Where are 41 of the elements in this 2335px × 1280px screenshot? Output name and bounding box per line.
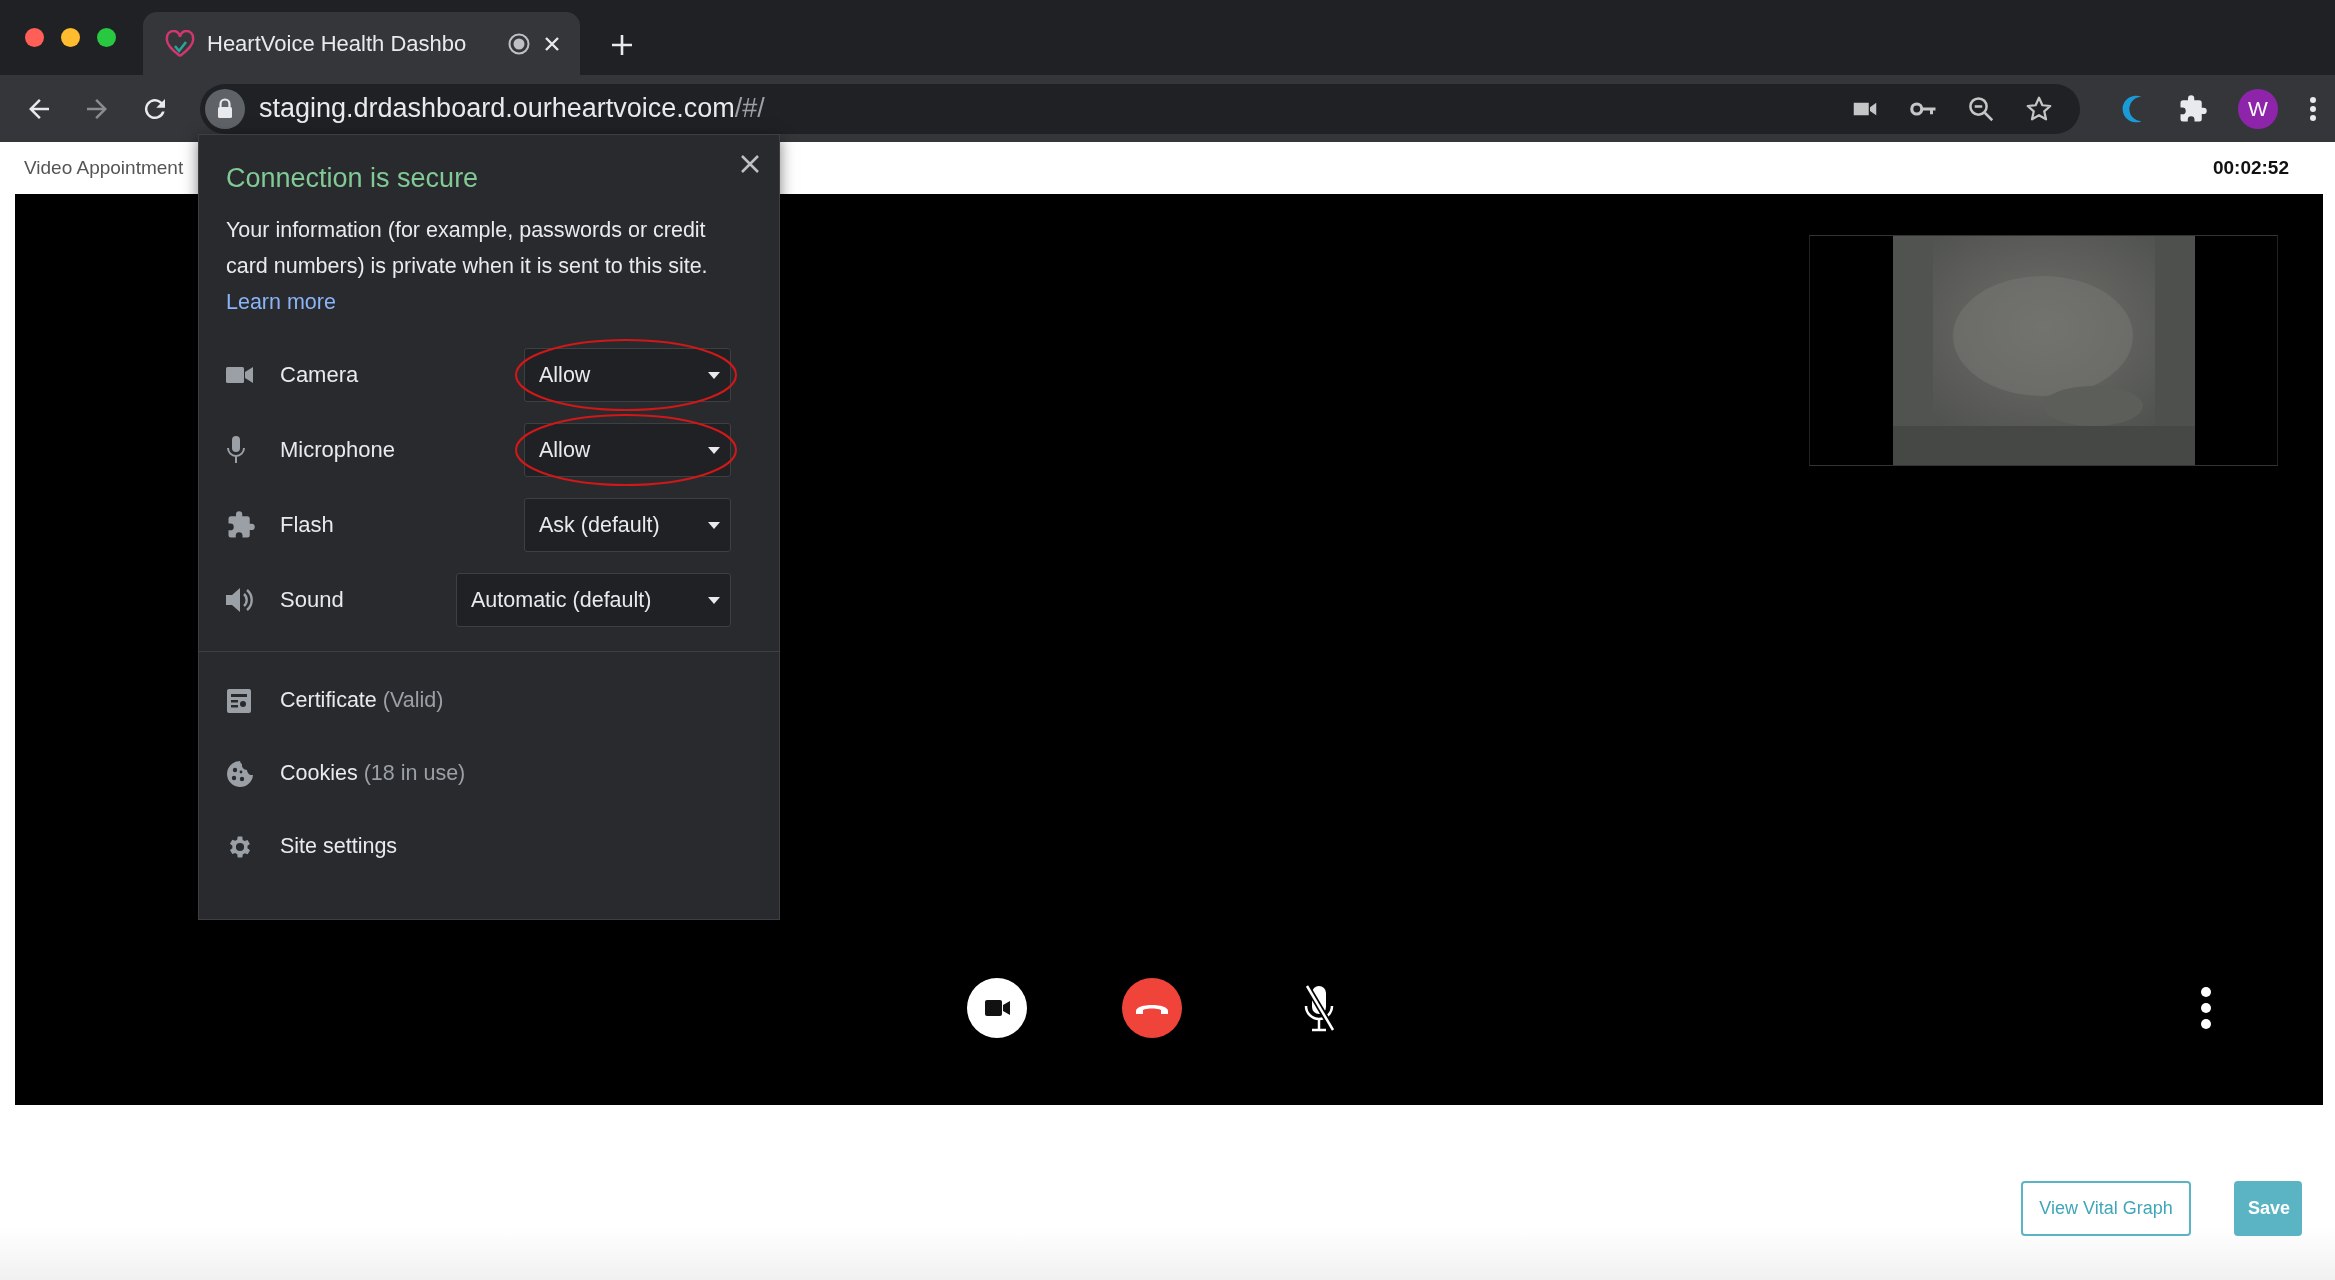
heart-icon [165,29,195,58]
puzzle-icon [226,510,256,540]
browser-tab[interactable]: HeartVoice Health Dashbo [143,12,580,75]
certificate-icon [226,687,252,714]
profile-avatar[interactable]: W [2238,88,2278,129]
camera-icon [226,365,254,385]
hang-up-button[interactable] [1122,978,1182,1038]
caret-icon [708,446,720,454]
lock-icon[interactable] [205,88,245,129]
permission-dropdown[interactable]: Automatic (default) [456,573,731,627]
page-title: Video Appointment [24,157,184,179]
minimize-window-button[interactable] [61,28,80,47]
permission-dropdown[interactable]: Ask (default) [524,498,731,552]
more-options-button[interactable] [2199,985,2213,1031]
permission-label: Flash [280,512,335,538]
close-window-button[interactable] [25,28,44,47]
caret-icon [708,371,720,379]
speaker-icon [226,587,254,613]
learn-more-link[interactable]: Learn more [226,290,336,314]
caret-icon [708,596,720,604]
permission-label: Camera [280,362,360,388]
new-tab-icon[interactable] [610,33,634,57]
permission-label: Sound [280,587,345,613]
cookie-icon [226,759,254,788]
call-timer: 00:02:52 [2212,157,2289,179]
certificate-link[interactable]: Certificate (Valid) [226,664,444,737]
privacy-message: Your information (for example, passwords or credit card numbers) is private when it is sent to this site. Learn more [226,217,709,316]
popup-title: Connection is secure [226,163,480,194]
recording-icon [508,32,530,55]
microphone-icon [226,436,246,464]
maximize-window-button[interactable] [97,28,116,47]
puzzle-icon[interactable] [2178,93,2208,124]
caret-icon [708,521,720,529]
address-bar[interactable]: staging.drdashboard.ourheartvoice.com/#/ [200,83,2080,134]
permission-dropdown[interactable]: Allow [524,423,731,477]
permission-dropdown[interactable]: Allow [524,348,731,402]
cookies-link[interactable]: Cookies (18 in use) [226,737,466,810]
permission-label: Microphone [280,437,396,463]
camera-button[interactable] [967,978,1027,1038]
site-settings-link[interactable]: Site settings [226,810,398,883]
close-icon[interactable] [739,153,761,175]
